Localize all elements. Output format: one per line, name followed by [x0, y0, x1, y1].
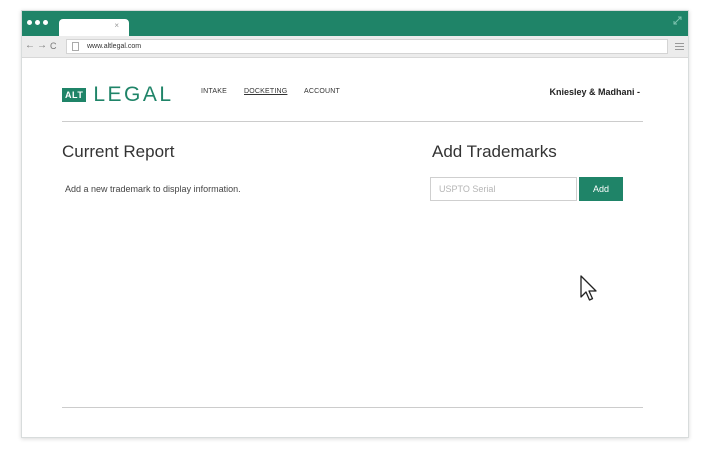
tab-close-icon[interactable]: × [114, 21, 119, 30]
window-dot-icon[interactable] [43, 20, 48, 25]
browser-toolbar: ← → C www.altlegal.com [22, 36, 688, 58]
page-icon [72, 42, 79, 51]
expand-icon[interactable] [673, 16, 682, 25]
logo-badge: ALT [62, 88, 87, 102]
url-text[interactable]: www.altlegal.com [87, 42, 141, 52]
browser-titlebar: × [22, 11, 688, 36]
nav-docketing[interactable]: DOCKETING [244, 88, 287, 95]
browser-window: × ← → C www.altlegal.com ALT LEGAL INTAK… [21, 10, 689, 438]
nav-account[interactable]: ACCOUNT [304, 88, 340, 95]
address-bar[interactable]: www.altlegal.com [66, 39, 668, 54]
window-dot-icon[interactable] [35, 20, 40, 25]
report-empty-message: Add a new trademark to display informati… [65, 184, 241, 194]
current-report-title: Current Report [62, 142, 175, 161]
window-controls[interactable] [27, 20, 48, 25]
logo-wordmark: LEGAL [93, 83, 174, 106]
header-divider [62, 121, 643, 122]
reload-button[interactable]: C [50, 40, 57, 52]
back-button[interactable]: ← [25, 40, 35, 52]
add-trademark-button[interactable]: Add [579, 177, 623, 201]
alt-legal-logo[interactable]: ALT LEGAL [62, 84, 174, 106]
window-dot-icon[interactable] [27, 20, 32, 25]
nav-intake[interactable]: INTAKE [201, 88, 227, 95]
browser-tab[interactable]: × [59, 19, 129, 36]
forward-button[interactable]: → [37, 40, 47, 52]
uspto-serial-input[interactable] [430, 177, 577, 201]
footer-divider [62, 407, 643, 408]
user-account-menu[interactable]: Kniesley & Madhani - [549, 87, 640, 97]
add-trademarks-title: Add Trademarks [432, 142, 557, 161]
hamburger-menu-icon[interactable] [675, 43, 684, 50]
mouse-cursor-icon [580, 275, 597, 301]
